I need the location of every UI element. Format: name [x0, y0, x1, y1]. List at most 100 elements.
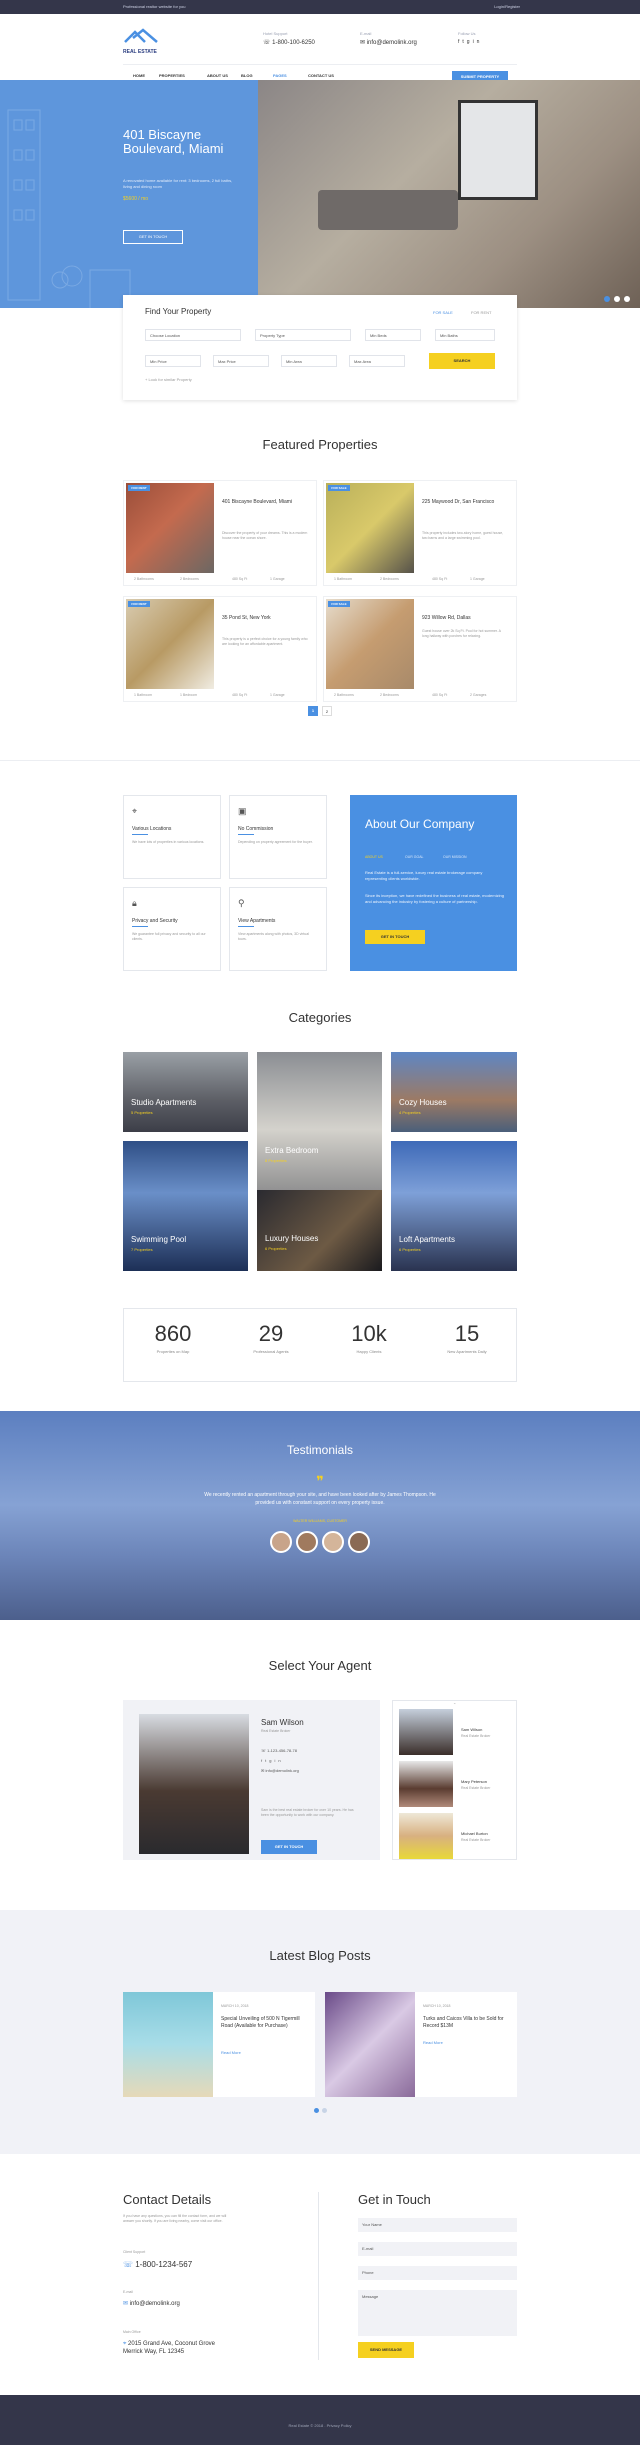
read-more-link[interactable]: Read More: [221, 2050, 241, 2055]
feature-title: View Apartments: [238, 918, 276, 924]
category-card[interactable]: Luxury Houses 6 Properties: [257, 1190, 382, 1271]
hero-cta-button[interactable]: GET IN TOUCH: [123, 230, 183, 244]
avatar[interactable]: [322, 1531, 344, 1553]
property-type-select[interactable]: Property Type: [255, 329, 351, 341]
send-message-button[interactable]: SEND MESSAGE: [358, 2342, 414, 2358]
about-tab-about[interactable]: ABOUT US: [365, 855, 383, 859]
testimonials-title: Testimonials: [286, 1443, 354, 1457]
phone-label: Hotel Support: [263, 31, 288, 36]
category-card[interactable]: Loft Apartments 6 Properties: [391, 1141, 517, 1271]
agent-name: Sam Wilson: [261, 1718, 304, 1727]
linkedin-icon[interactable]: in: [274, 1758, 283, 1763]
nav-contact[interactable]: CONTACT US: [308, 73, 334, 78]
max-price-select[interactable]: Max Price: [213, 355, 269, 367]
blog-dot[interactable]: [322, 2108, 327, 2113]
property-title[interactable]: 923 Willow Rd, Dallas: [422, 615, 512, 622]
section-divider: [0, 760, 640, 761]
logo-house-icon: [124, 28, 158, 43]
min-price-select[interactable]: Min Price: [145, 355, 201, 367]
header-email[interactable]: ✉ info@demolink.org: [360, 39, 417, 46]
nav-properties[interactable]: PROPERTIES: [159, 73, 185, 78]
property-garage: 1 Garage: [270, 693, 285, 697]
property-image[interactable]: [326, 599, 414, 689]
agent-phone[interactable]: ☏ 1-123-456-78-78: [261, 1748, 297, 1753]
property-title[interactable]: 401 Biscayne Boulevard, Miami: [222, 499, 312, 506]
nav-home[interactable]: HOME: [133, 73, 145, 78]
property-title[interactable]: 225 Maywood Dr, San Francisco: [422, 499, 512, 506]
message-textarea[interactable]: Message: [358, 2290, 517, 2336]
property-card[interactable]: FOR SALE 923 Willow Rd, Dallas Guest hou…: [323, 596, 517, 702]
max-area-select[interactable]: Max Area: [349, 355, 405, 367]
blog-date: MARCH 10, 2018: [221, 2004, 249, 2008]
linkedin-icon[interactable]: in: [473, 39, 483, 45]
hero-photo: [258, 80, 640, 308]
about-tab-goal[interactable]: OUR GOAL: [405, 855, 423, 859]
slider-dot[interactable]: [624, 296, 630, 302]
avatar[interactable]: [270, 1531, 292, 1553]
advanced-search-link[interactable]: + Look for similar Property: [145, 377, 192, 382]
page-1-button[interactable]: 1: [308, 706, 318, 716]
location-select[interactable]: Choose Location: [145, 329, 241, 341]
blog-image[interactable]: [123, 1992, 213, 2097]
read-more-link[interactable]: Read More: [423, 2040, 443, 2045]
chevron-up-icon[interactable]: ⌃: [453, 1702, 456, 1707]
phone-input[interactable]: Phone: [358, 2266, 517, 2280]
agent-cta-button[interactable]: GET IN TOUCH: [261, 1840, 317, 1854]
blog-dot-active[interactable]: [314, 2108, 319, 2113]
slider-dot[interactable]: [614, 296, 620, 302]
logo[interactable]: REAL ESTATE: [123, 28, 163, 55]
search-button[interactable]: SEARCH: [429, 353, 495, 369]
login-link[interactable]: Login/Register: [494, 4, 520, 9]
agent-email[interactable]: ✉ info@demolink.org: [261, 1768, 299, 1773]
property-card[interactable]: FOR RENT 35 Pond St, New York This prope…: [123, 596, 317, 702]
agent-list-name[interactable]: Michael Burton: [461, 1831, 488, 1836]
nav-about[interactable]: ABOUT US: [207, 73, 228, 78]
blog-image[interactable]: [325, 1992, 415, 2097]
min-beds-select[interactable]: Min Beds: [365, 329, 421, 341]
stat-value: 15: [454, 1321, 480, 1346]
about-cta-button[interactable]: GET IN TOUCH: [365, 930, 425, 944]
nav-blog[interactable]: BLOG: [241, 73, 253, 78]
min-baths-select[interactable]: Min Baths: [435, 329, 495, 341]
agent-list-name[interactable]: Mary Peterson: [461, 1779, 487, 1784]
blog-post-title[interactable]: Turks and Caicos Villa to be Sold for Re…: [423, 2016, 509, 2030]
category-card[interactable]: Swimming Pool 7 Properties: [123, 1141, 248, 1271]
blog-card[interactable]: MARCH 10, 2018 Turks and Caicos Villa to…: [325, 1992, 517, 2097]
category-card[interactable]: Cozy Houses 4 Properties: [391, 1052, 517, 1132]
min-area-select[interactable]: Min Area: [281, 355, 337, 367]
page-2-button[interactable]: 2: [322, 706, 332, 716]
contact-title: Contact Details: [123, 2192, 212, 2207]
agent-thumb[interactable]: [399, 1813, 453, 1859]
property-card[interactable]: FOR RENT 401 Biscayne Boulevard, Miami D…: [123, 480, 317, 586]
property-card[interactable]: FOR SALE 225 Maywood Dr, San Francisco T…: [323, 480, 517, 586]
property-title[interactable]: 35 Pond St, New York: [222, 615, 312, 622]
property-image[interactable]: [326, 483, 414, 573]
agent-thumb[interactable]: [399, 1709, 453, 1755]
slider-dot-active[interactable]: [604, 296, 610, 302]
stat: 29 Professional Agents: [222, 1321, 320, 1354]
avatar[interactable]: [296, 1531, 318, 1553]
property-image[interactable]: [126, 483, 214, 573]
testimonial-author: WALTER WILLIAMS, CUSTOMER: [293, 1519, 347, 1523]
header-phone[interactable]: ☏ 1-800-100-6250: [263, 39, 315, 46]
agent-list-name[interactable]: Sam Wilson: [461, 1727, 482, 1732]
about-tab-mission[interactable]: OUR MISSION: [443, 855, 467, 859]
agent-title: Select Your Agent: [268, 1658, 372, 1673]
blog-post-title[interactable]: Special Unveiling of 500 N Tigermill Roa…: [221, 2016, 307, 2030]
name-input[interactable]: Your Name: [358, 2218, 517, 2232]
blog-card[interactable]: MARCH 10, 2018 Special Unveiling of 500 …: [123, 1992, 315, 2097]
phone-icon: ☏: [123, 2260, 136, 2269]
tab-for-sale[interactable]: FOR SALE: [433, 310, 453, 315]
hero-title: 401 Biscayne Boulevard, Miami: [123, 127, 224, 156]
agent-thumb[interactable]: [399, 1761, 453, 1807]
contact-email[interactable]: ✉ info@demolink.org: [123, 2300, 180, 2307]
email-input[interactable]: E-mail: [358, 2242, 517, 2256]
about-title: About Our Company: [365, 817, 475, 831]
avatar[interactable]: [348, 1531, 370, 1553]
property-image[interactable]: [126, 599, 214, 689]
property-area: 480 Sq Ft: [432, 577, 448, 581]
contact-phone[interactable]: ☏ 1-800-1234-567: [123, 2260, 192, 2269]
tab-for-rent[interactable]: FOR RENT: [471, 310, 491, 315]
nav-pages[interactable]: PAGES: [273, 73, 287, 78]
category-card[interactable]: Studio Apartments 5 Properties: [123, 1052, 248, 1132]
